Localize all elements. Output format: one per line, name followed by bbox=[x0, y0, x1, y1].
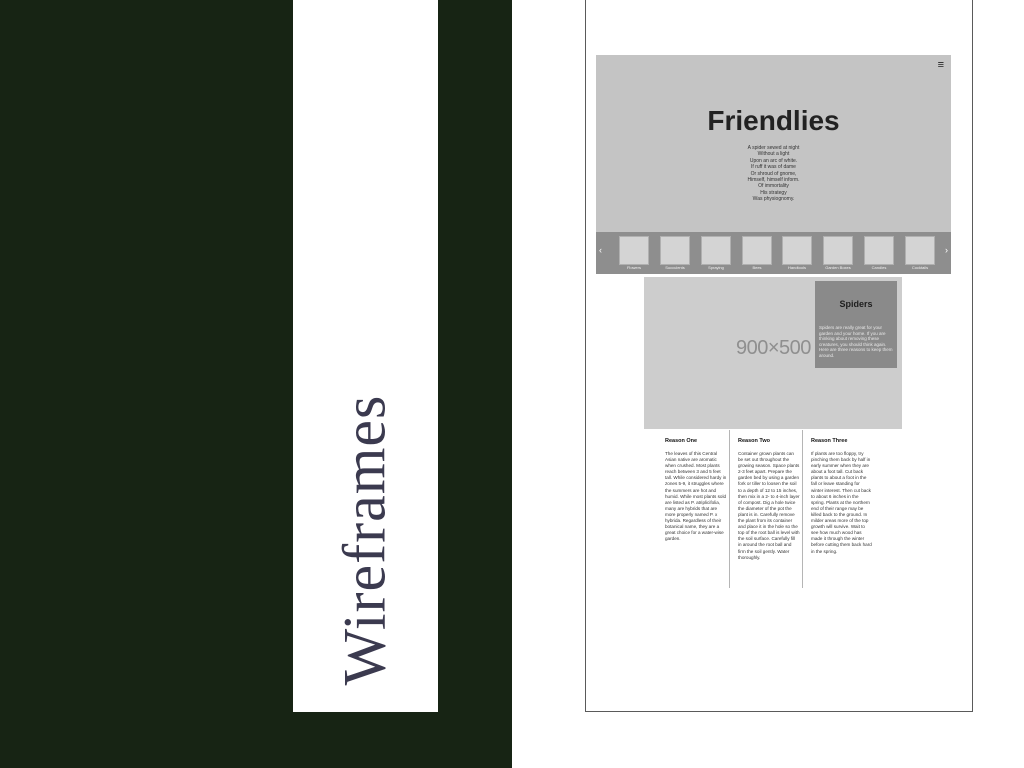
feature-image-placeholder: 900×500 Spiders Spiders are really great… bbox=[644, 277, 902, 429]
carousel-item-spraying[interactable]: Spraying bbox=[701, 236, 731, 271]
carousel-thumbnail bbox=[619, 236, 649, 265]
carousel-thumbnail bbox=[782, 236, 812, 265]
carousel-item-label: Bees bbox=[752, 265, 762, 270]
column-divider bbox=[802, 430, 803, 588]
carousel-thumbnail bbox=[864, 236, 894, 265]
carousel-item-label: Flowers bbox=[626, 265, 641, 270]
carousel-item-label: Cocktails bbox=[911, 265, 929, 270]
hero-section: ≡ Friendlies A spider sewed at night Wit… bbox=[596, 55, 951, 232]
carousel-thumbnail bbox=[823, 236, 853, 265]
slide-title: Wireframes bbox=[331, 394, 398, 686]
hamburger-menu-icon[interactable]: ≡ bbox=[938, 60, 944, 71]
reason-title: Reason Two bbox=[738, 438, 770, 444]
site-title: Friendlies bbox=[707, 105, 840, 136]
reason-text: The leaves of this Central Asian native … bbox=[665, 451, 727, 542]
carousel-item-cocktails[interactable]: Cocktails bbox=[905, 236, 935, 271]
column-divider bbox=[729, 430, 730, 588]
carousel-thumbnail bbox=[660, 236, 690, 265]
carousel-item-label: Garden Boxes bbox=[825, 265, 851, 270]
carousel-thumbnail bbox=[905, 236, 935, 265]
carousel-item-label: Spraying bbox=[708, 265, 724, 270]
reason-column-one: Reason One The leaves of this Central As… bbox=[665, 438, 727, 542]
category-carousel: ‹ Flowers Succulents Spraying Bees Handt… bbox=[596, 232, 951, 274]
carousel-item-label: Succulents bbox=[665, 265, 685, 270]
image-size-label: 900×500 bbox=[736, 337, 811, 359]
carousel-next-icon[interactable]: › bbox=[945, 246, 948, 255]
reason-text: If plants are too floppy, try pinching t… bbox=[811, 451, 872, 554]
carousel-prev-icon[interactable]: ‹ bbox=[599, 246, 602, 255]
carousel-item-garden-boxes[interactable]: Garden Boxes bbox=[823, 236, 853, 271]
reason-title: Reason Three bbox=[811, 438, 848, 444]
feature-card-title: Spiders bbox=[839, 299, 873, 309]
poem-line: Was physiognomy. bbox=[752, 196, 795, 203]
reason-column-two: Reason Two Container grown plants can be… bbox=[738, 438, 800, 561]
feature-card: Spiders Spiders are really great for you… bbox=[815, 281, 897, 368]
poem: A spider sewed at night Without a light … bbox=[596, 145, 951, 203]
carousel-thumbnail bbox=[701, 236, 731, 265]
carousel-thumbnail bbox=[742, 236, 772, 265]
carousel-item-label: Handtools bbox=[787, 265, 806, 270]
carousel-item-bees[interactable]: Bees bbox=[742, 236, 772, 271]
reason-column-three: Reason Three If plants are too floppy, t… bbox=[811, 438, 873, 555]
carousel-item-label: Candles bbox=[871, 265, 887, 270]
carousel-item-handtools[interactable]: Handtools bbox=[782, 236, 812, 271]
reason-text: Container grown plants can be set out th… bbox=[738, 451, 800, 560]
reason-title: Reason One bbox=[665, 438, 698, 444]
carousel-item-succulents[interactable]: Succulents bbox=[660, 236, 690, 271]
carousel-item-candles[interactable]: Candles bbox=[864, 236, 894, 271]
feature-card-text: Spiders are really great for your garden… bbox=[819, 325, 893, 358]
carousel-item-flowers[interactable]: Flowers bbox=[619, 236, 649, 271]
